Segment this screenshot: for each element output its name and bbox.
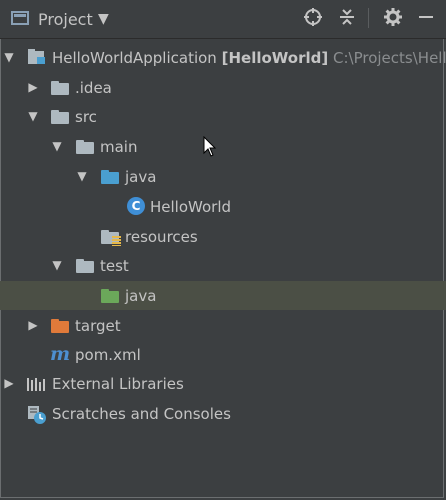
tree-row-pom[interactable]: m pom.xml bbox=[0, 340, 446, 369]
expand-arrow-icon[interactable]: ▼ bbox=[51, 258, 63, 272]
tree-row-java-test[interactable]: java bbox=[0, 281, 446, 310]
tree-label-external-libraries: External Libraries bbox=[52, 375, 184, 393]
tree-row-java-main[interactable]: ▼ java bbox=[0, 162, 446, 191]
collapsed-arrow-icon[interactable]: ▶ bbox=[27, 318, 39, 332]
expand-arrow-icon[interactable]: ▼ bbox=[76, 169, 88, 183]
tree-label-java-test: java bbox=[125, 287, 157, 305]
excluded-folder-icon bbox=[51, 319, 69, 333]
chevron-down-icon[interactable]: ▼ bbox=[98, 11, 109, 27]
collapse-all-icon[interactable] bbox=[336, 7, 358, 29]
gear-icon[interactable] bbox=[382, 7, 404, 29]
folder-icon bbox=[76, 259, 94, 273]
expand-arrow-icon[interactable]: ▼ bbox=[3, 50, 15, 64]
tree-label-scratches: Scratches and Consoles bbox=[52, 405, 231, 423]
project-view-icon bbox=[11, 11, 29, 25]
folder-icon bbox=[51, 110, 69, 124]
tree-row-test[interactable]: ▼ test bbox=[0, 251, 446, 280]
tree-row-helloworld[interactable]: C HelloWorld bbox=[0, 192, 446, 221]
module-icon bbox=[28, 49, 46, 65]
tree-label-src: src bbox=[75, 108, 97, 126]
hide-panel-icon[interactable] bbox=[414, 7, 436, 29]
collapsed-arrow-icon[interactable]: ▶ bbox=[3, 376, 15, 390]
root-project-name: HelloWorldApplication bbox=[52, 49, 217, 67]
project-panel-header: Project ▼ bbox=[0, 0, 446, 39]
libraries-icon bbox=[27, 376, 45, 391]
folder-icon bbox=[76, 140, 94, 154]
java-class-icon: C bbox=[127, 197, 145, 215]
tree-row-src[interactable]: ▼ src bbox=[0, 102, 446, 131]
expand-arrow-icon[interactable]: ▼ bbox=[27, 109, 39, 123]
mouse-cursor-icon bbox=[203, 135, 219, 158]
header-divider bbox=[368, 8, 369, 28]
tree-label-java-main: java bbox=[125, 168, 157, 186]
folder-icon bbox=[51, 81, 69, 95]
locate-target-icon[interactable] bbox=[302, 7, 324, 29]
tree-label-helloworld: HelloWorld bbox=[150, 198, 232, 216]
expand-arrow-icon[interactable]: ▼ bbox=[51, 139, 63, 153]
scratches-icon bbox=[27, 405, 46, 424]
tree-row-resources[interactable]: resources bbox=[0, 222, 446, 251]
tree-row-target[interactable]: ▶ target bbox=[0, 311, 446, 340]
test-folder-icon bbox=[101, 289, 119, 303]
collapsed-arrow-icon[interactable]: ▶ bbox=[27, 80, 39, 94]
tree-label-idea: .idea bbox=[75, 79, 112, 97]
tree-label-test: test bbox=[100, 257, 129, 275]
tree-row-main[interactable]: ▼ main bbox=[0, 132, 446, 161]
tree-label-pom: pom.xml bbox=[75, 346, 141, 364]
resources-folder-icon bbox=[101, 230, 121, 246]
tree-label-target: target bbox=[75, 317, 121, 335]
root-project-path: C:\Projects\Hello bbox=[333, 49, 446, 67]
view-selector-label[interactable]: Project bbox=[38, 10, 93, 29]
tree-row-scratches[interactable]: Scratches and Consoles bbox=[0, 399, 446, 428]
tree-label-main: main bbox=[100, 138, 138, 156]
tree-row-external-libraries[interactable]: ▶ External Libraries bbox=[0, 369, 446, 398]
tree-row-idea[interactable]: ▶ .idea bbox=[0, 73, 446, 102]
root-module-name: [HelloWorld] bbox=[221, 49, 329, 67]
tree-label-resources: resources bbox=[125, 228, 198, 246]
source-folder-icon bbox=[101, 170, 119, 184]
maven-icon: m bbox=[50, 343, 71, 365]
tree-row-root[interactable]: ▼ HelloWorldApplication [HelloWorld] C:\… bbox=[0, 43, 446, 72]
